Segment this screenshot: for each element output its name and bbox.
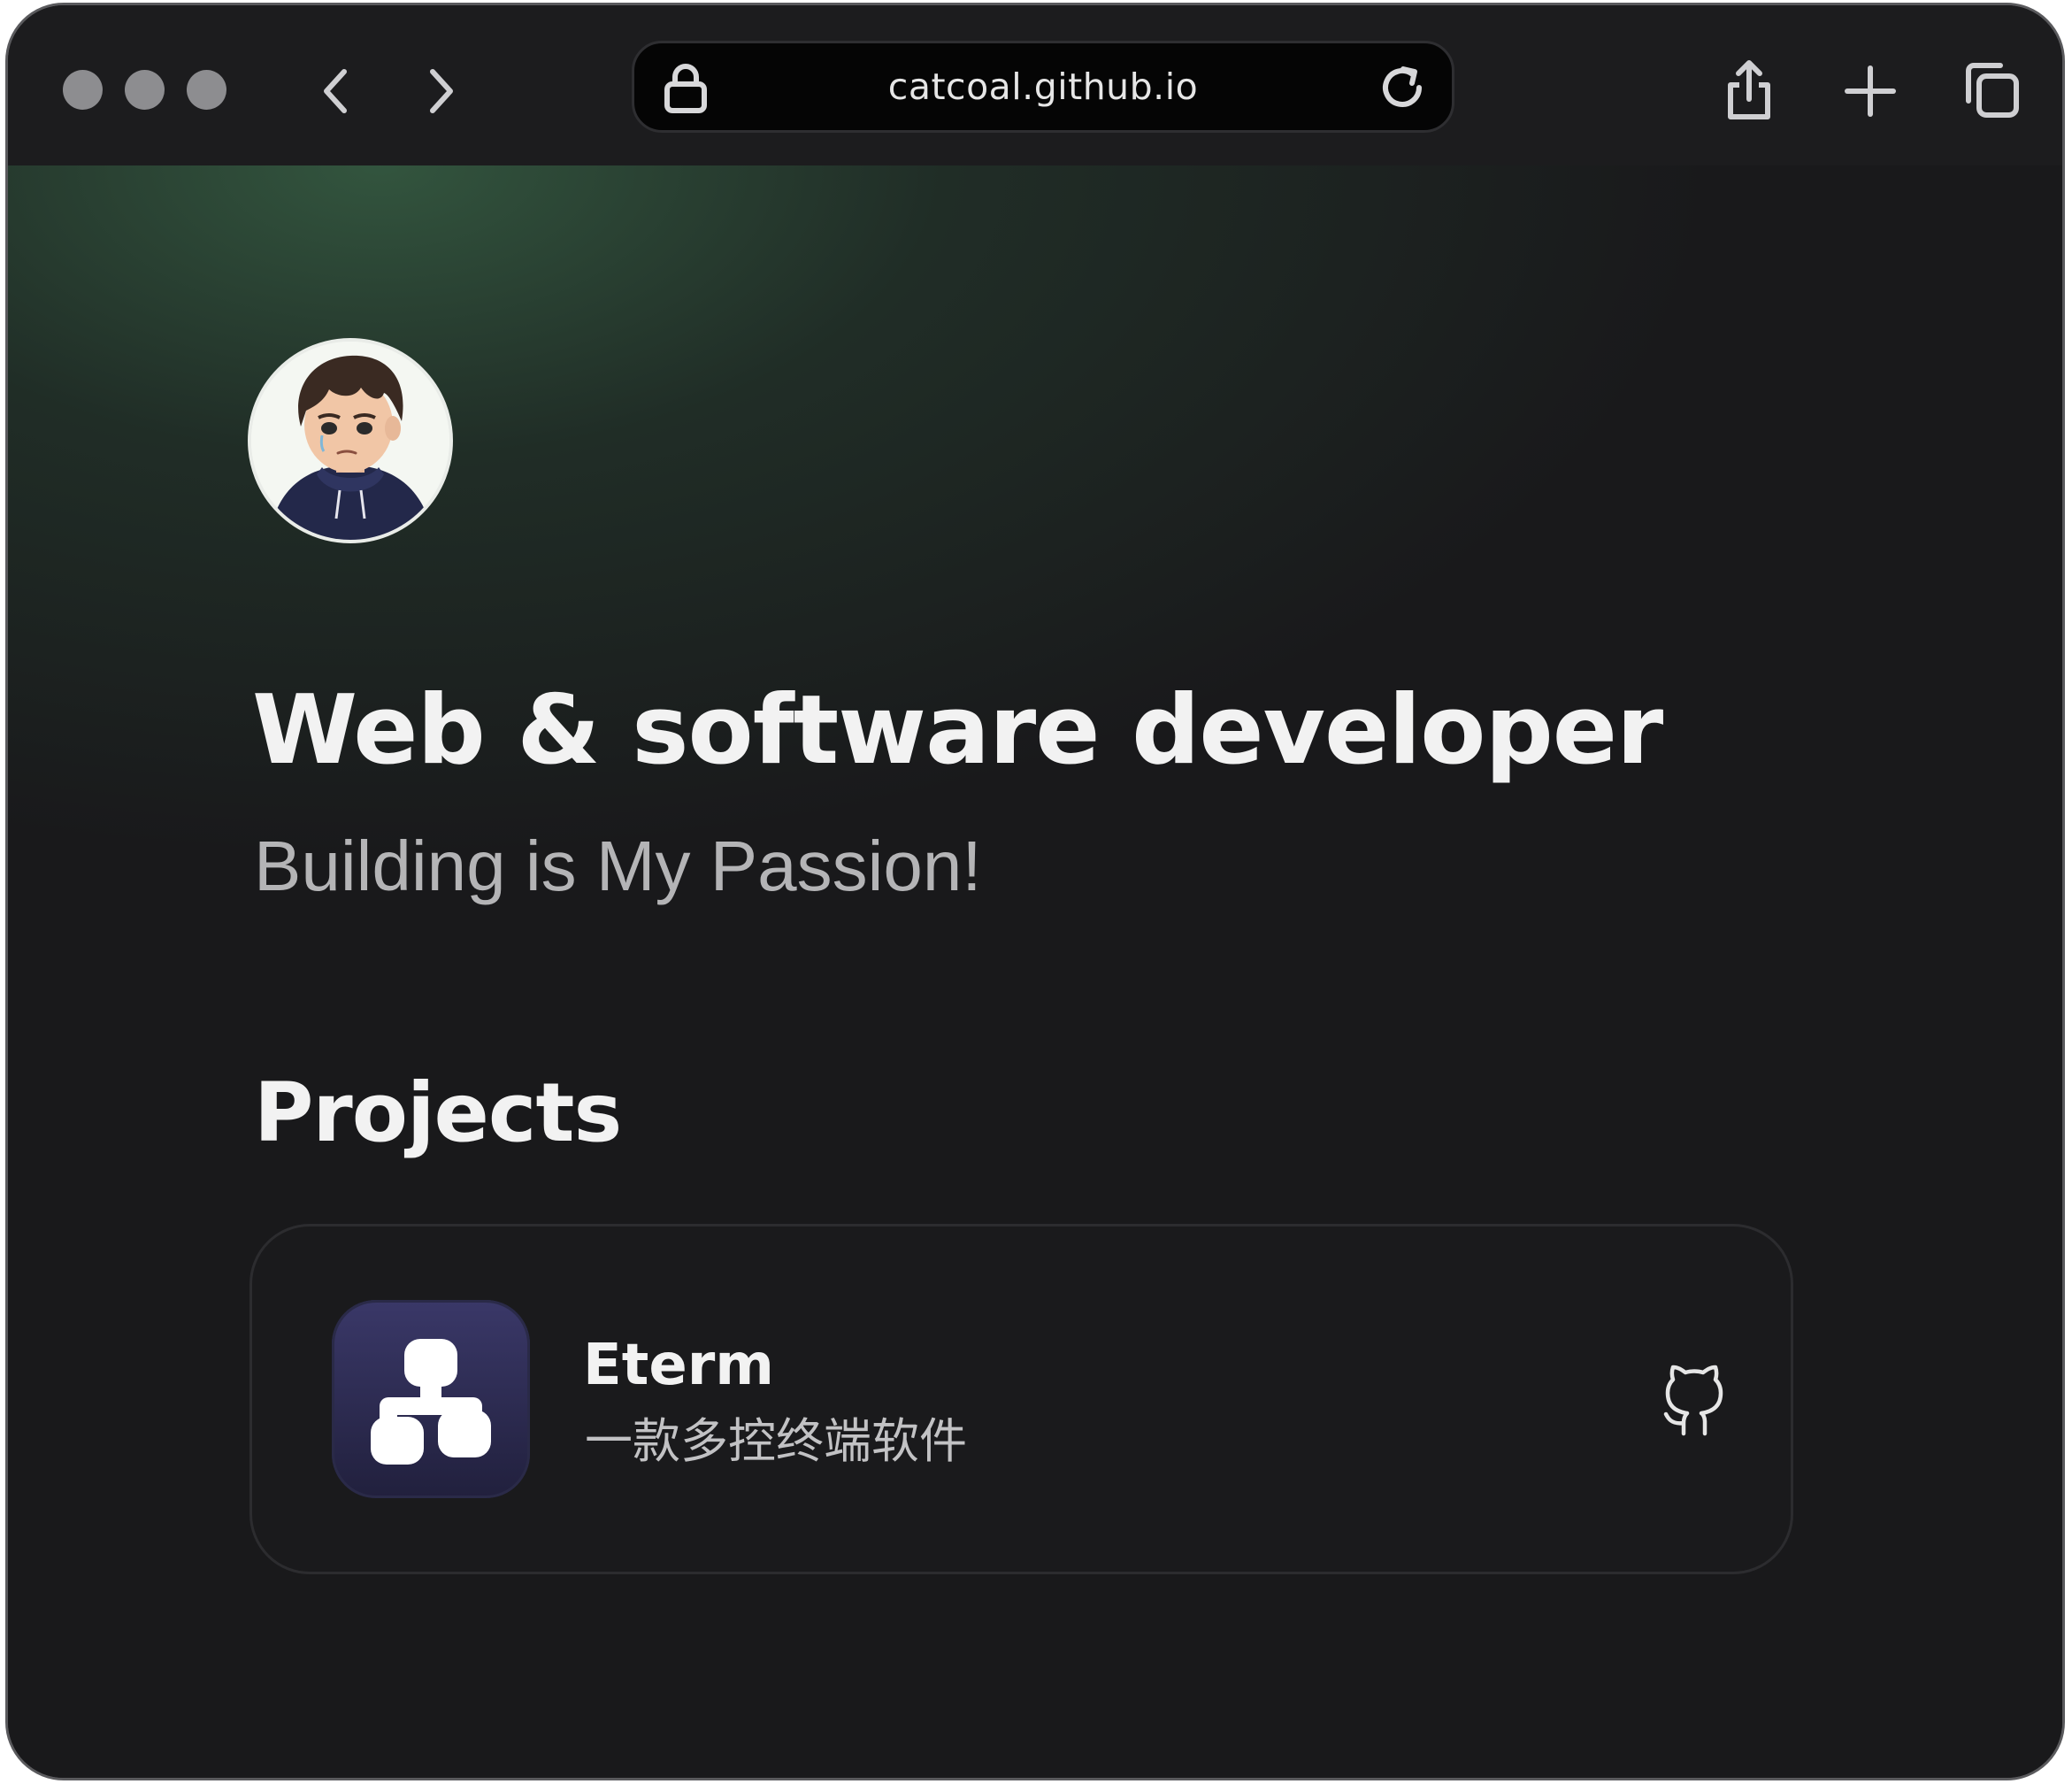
network-hierarchy-icon [332, 1300, 530, 1498]
share-icon [1728, 60, 1770, 119]
close-window-button[interactable] [63, 70, 103, 110]
chevron-left-icon [324, 69, 347, 113]
share-button[interactable] [1717, 57, 1781, 124]
page-headline: Web & software developer [252, 675, 1663, 786]
github-link[interactable] [1654, 1362, 1734, 1442]
back-button[interactable] [309, 60, 362, 122]
minimize-window-button[interactable] [125, 70, 165, 110]
url-text: catcoal.github.io [887, 65, 1199, 108]
address-bar[interactable]: catcoal.github.io [632, 41, 1454, 133]
forward-button[interactable] [415, 60, 468, 122]
reload-button[interactable] [1374, 59, 1431, 116]
tabs-overview-button[interactable] [1960, 58, 2023, 122]
new-tab-button[interactable] [1839, 60, 1901, 122]
project-description: 一款多控终端软件 [585, 1413, 967, 1469]
browser-window: catcoal.github.io Web & software develop… [5, 3, 2065, 1780]
page-tagline: Building is My Passion! [254, 827, 982, 905]
chevron-right-icon [430, 69, 453, 113]
reload-icon [1383, 66, 1422, 107]
tabs-overview-icon [1966, 63, 2019, 118]
browser-toolbar: catcoal.github.io [8, 5, 2062, 165]
page-content: Web & software developer Building is My … [8, 165, 2062, 1778]
avatar-illustration [251, 342, 449, 540]
project-name: Eterm [583, 1333, 774, 1398]
projects-section-title: Projects [254, 1065, 622, 1160]
github-icon [1663, 1365, 1723, 1436]
project-card-eterm[interactable]: Eterm 一款多控终端软件 [249, 1224, 1793, 1574]
plus-icon [1845, 65, 1896, 117]
zoom-window-button[interactable] [187, 70, 226, 110]
avatar [248, 338, 453, 543]
